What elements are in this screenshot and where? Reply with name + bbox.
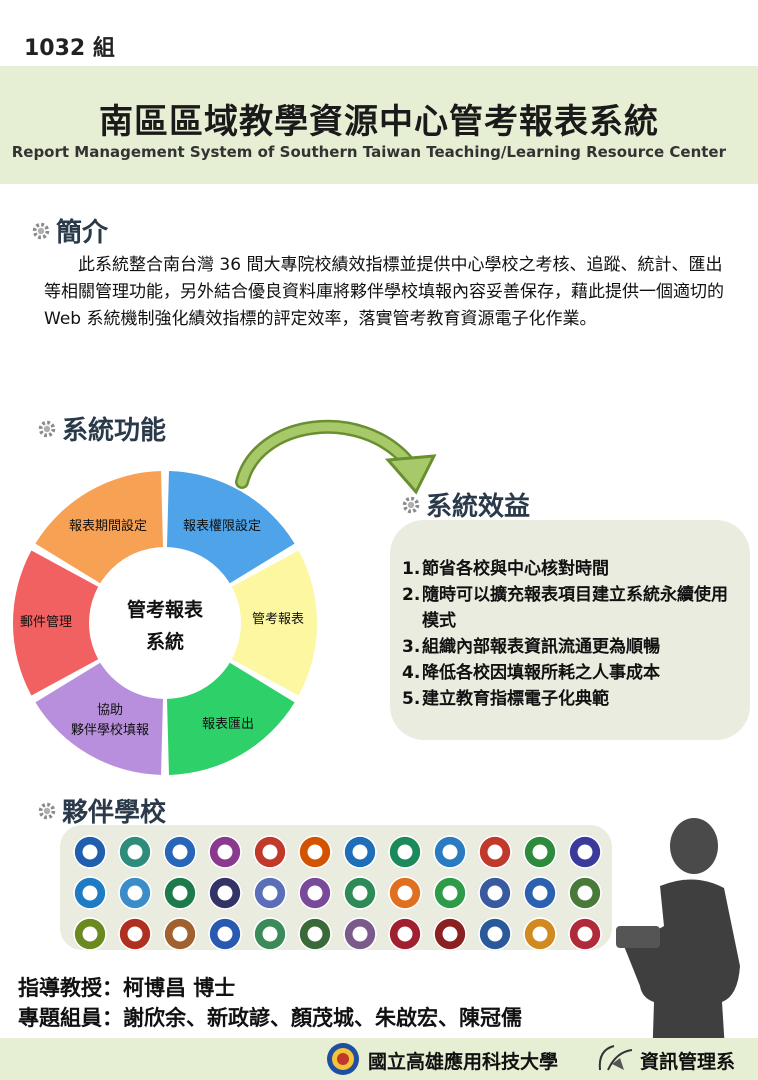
intro-paragraph: 此系統整合南台灣 36 間大專院校績效指標並提供中心學校之考核、追蹤、統計、匯出…: [44, 255, 724, 329]
partner-school-logo: [298, 835, 332, 869]
wheel-center-line1: 管考報表: [127, 598, 204, 621]
functions-section-heading: 系統功能: [36, 410, 166, 447]
segment-label-reports: 管考報表: [252, 612, 304, 627]
benefits-heading-text: 系統效益: [426, 492, 531, 522]
partner-school-logo: [118, 876, 152, 910]
intro-heading-text: 簡介: [56, 218, 109, 248]
benefit-item: 1. 節省各校與中心核對時間: [402, 556, 742, 582]
partner-school-logo: [298, 876, 332, 910]
benefit-item: 3. 組織內部報表資訊流通更為順暢: [402, 634, 742, 660]
partner-school-logo: [568, 835, 602, 869]
benefit-number: 2.: [402, 585, 421, 605]
benefit-text: 降低各校因填報所耗之人事成本: [422, 663, 660, 683]
partner-school-logo: [478, 876, 512, 910]
partner-school-logo: [208, 835, 242, 869]
partner-school-logo: [298, 917, 332, 951]
benefit-text: 節省各校與中心核對時間: [422, 559, 609, 579]
partner-school-logo: [433, 835, 467, 869]
benefit-text: 隨時可以擴充報表項目建立系統永續使用模式: [422, 585, 728, 631]
partner-school-logo: [478, 917, 512, 951]
segment-label-assist-line2: 夥伴學校填報: [71, 722, 149, 738]
person-silhouette-icon: [616, 818, 740, 1066]
benefit-number: 1.: [402, 559, 421, 579]
partner-school-logo: [73, 876, 107, 910]
partner-school-logo: [568, 917, 602, 951]
group-number: 1032 組: [24, 36, 115, 61]
team-members-credit: 專題組員：謝欣余、新政諺、顏茂城、朱啟宏、陳冠儒: [18, 1006, 522, 1030]
partner-logo-grid: [70, 832, 610, 954]
university-name: 國立高雄應用科技大學: [368, 1051, 559, 1073]
functions-heading-text: 系統功能: [62, 416, 167, 446]
partner-school-logo: [523, 876, 557, 910]
partners-heading-text: 夥伴學校: [62, 798, 167, 828]
segment-label-permission: 報表權限設定: [183, 518, 261, 534]
segment-label-period: 報表期間設定: [69, 518, 147, 534]
segment-label-export: 報表匯出: [202, 717, 254, 732]
benefit-number: 4.: [402, 663, 421, 683]
partner-school-logo: [73, 835, 107, 869]
partner-school-logo: [343, 835, 377, 869]
department-name: 資訊管理系: [640, 1051, 736, 1073]
function-wheel: 管考報表 系統 報表權限設定 管考報表 報表匯出 協助 夥伴學校填報 郵件管理 …: [12, 471, 317, 775]
wheel-center: [89, 547, 241, 699]
segment-label-assist-line1: 協助: [97, 703, 123, 718]
partner-school-logo: [163, 876, 197, 910]
partner-school-logo: [343, 876, 377, 910]
benefit-item: 2. 隨時可以擴充報表項目建立系統永續使用模式: [402, 582, 742, 634]
benefit-item: 4. 降低各校因填報所耗之人事成本: [402, 660, 742, 686]
benefits-section-heading: 系統效益: [400, 486, 530, 523]
partner-school-logo: [433, 917, 467, 951]
page-subtitle: Report Management System of Southern Tai…: [11, 143, 726, 161]
advisor-credit: 指導教授：柯博昌 博士: [18, 976, 236, 1000]
partner-school-logo: [208, 876, 242, 910]
partner-school-logo: [253, 835, 287, 869]
benefit-text: 建立教育指標電子化典範: [422, 689, 609, 709]
gear-icon: [402, 496, 420, 513]
partner-school-logo: [433, 876, 467, 910]
partner-school-logo: [208, 917, 242, 951]
partner-school-logo: [478, 835, 512, 869]
partner-school-logo: [523, 835, 557, 869]
intro-section-heading: 簡介: [30, 212, 108, 249]
partner-school-logo: [163, 917, 197, 951]
partner-school-logo: [253, 917, 287, 951]
partner-school-logo: [388, 917, 422, 951]
partner-school-logo: [523, 917, 557, 951]
partner-school-logo: [73, 917, 107, 951]
partner-school-logo: [118, 835, 152, 869]
segment-label-mail: 郵件管理: [20, 615, 72, 630]
benefit-item: 5. 建立教育指標電子化典範: [402, 686, 742, 712]
gear-icon: [38, 802, 56, 819]
gear-icon: [32, 222, 50, 239]
benefit-number: 5.: [402, 689, 421, 709]
benefit-text: 組織內部報表資訊流通更為順暢: [422, 637, 660, 657]
partner-school-logo: [568, 876, 602, 910]
department-logo-icon: [598, 1045, 633, 1071]
partner-school-logo: [253, 876, 287, 910]
partner-school-logo: [388, 835, 422, 869]
partners-section-heading: 夥伴學校: [36, 792, 166, 829]
university-logo-icon: [327, 1043, 359, 1075]
benefits-list: 1. 節省各校與中心核對時間 2. 隨時可以擴充報表項目建立系統永續使用模式 3. 組…: [402, 556, 742, 712]
page-title: 南區區域教學資源中心管考報表系統: [99, 102, 659, 142]
partner-school-logo: [163, 835, 197, 869]
partner-school-logo: [343, 917, 377, 951]
gear-icon: [38, 420, 56, 437]
benefit-number: 3.: [402, 637, 421, 657]
partner-school-logo: [388, 876, 422, 910]
partner-school-logo: [118, 917, 152, 951]
wheel-center-line2: 系統: [146, 630, 184, 653]
